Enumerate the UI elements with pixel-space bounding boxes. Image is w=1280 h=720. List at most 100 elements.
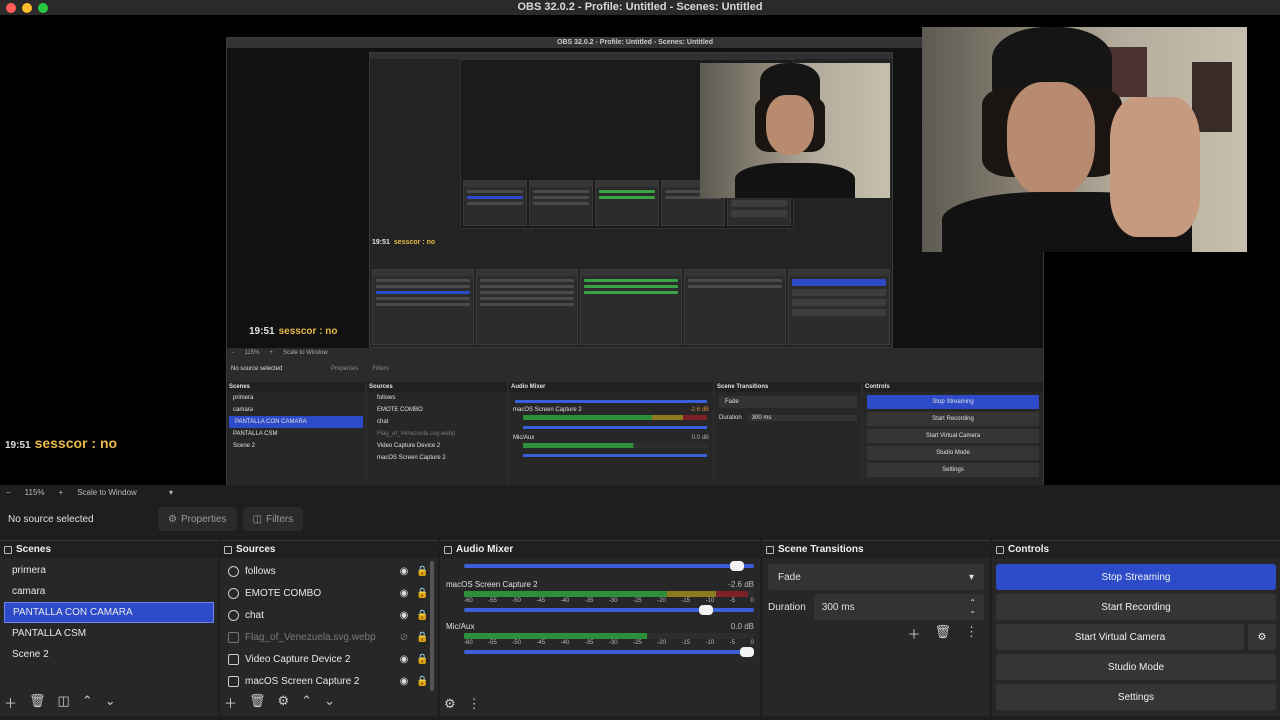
meter-tick-label: -20 (657, 598, 666, 604)
meter-tick-label: -15 (681, 598, 691, 604)
nested-scale-mode: Scale to Window (282, 350, 328, 356)
trash-icon[interactable]: 🗑 (934, 624, 951, 643)
scene-item[interactable]: PANTALLA CSM (4, 623, 214, 644)
scene-item-selected[interactable]: PANTALLA CON CAMARA (4, 602, 214, 623)
transition-select[interactable]: Fade ▾ (768, 564, 984, 590)
meter-tick-label: -25 (633, 598, 642, 604)
scene-transitions-title: Scene Transitions (778, 544, 864, 555)
meter-tick-label: -5 (729, 598, 736, 604)
add-transition-icon[interactable]: ＋ (907, 624, 920, 643)
track-name: macOS Screen Capture 2 (446, 580, 538, 589)
meter-tick-label: -30 (608, 598, 618, 604)
source-item[interactable]: chat ◉ 🔒 (220, 604, 428, 626)
meter-tick-label: 0 (750, 598, 754, 604)
gear-icon: ⚙ (168, 513, 177, 525)
more-options-icon[interactable]: ⋮ (965, 624, 978, 643)
eye-icon[interactable]: ◉ (398, 676, 410, 687)
meter-tick-label: -55 (488, 598, 497, 604)
dock-icon (766, 545, 774, 554)
meter-tick-label: -50 (512, 640, 521, 646)
meter-tick-label: -20 (657, 640, 666, 646)
meter-tick-label: 0 (750, 640, 754, 646)
volume-knob[interactable] (699, 605, 714, 615)
move-up-icon[interactable]: ⌃ (82, 693, 93, 712)
scale-mode-select[interactable]: Scale to Window ▾ (77, 488, 173, 497)
dock-icon (444, 545, 452, 554)
more-options-icon[interactable]: ⋮ (468, 696, 481, 712)
trash-icon[interactable]: 🗑 (249, 693, 266, 712)
meter-tick-label: -55 (488, 640, 497, 646)
volume-slider[interactable] (464, 647, 754, 657)
nested-filters: Filters (372, 366, 389, 372)
scene-item[interactable]: camara (4, 581, 214, 602)
trash-icon[interactable]: 🗑 (29, 693, 46, 712)
stop-streaming-button[interactable]: Stop Streaming (996, 564, 1276, 590)
duration-label: Duration (768, 601, 806, 613)
move-up-icon[interactable]: ⌃ (301, 693, 312, 712)
gear-icon[interactable]: ⚙ (278, 693, 290, 712)
lock-icon[interactable]: 🔒 (416, 676, 428, 687)
lock-icon[interactable]: 🔒 (416, 610, 428, 621)
nested-transitions-panel: Scene Transitions Fade Duration 300 ms (715, 382, 861, 496)
lock-icon[interactable]: 🔒 (416, 588, 428, 599)
move-down-icon[interactable]: ⌄ (105, 693, 116, 712)
duration-spinbox[interactable]: 300 ms ⌃ ⌄ (813, 594, 984, 620)
poster (1107, 47, 1147, 97)
stepper-icon[interactable]: ⌃ ⌄ (969, 599, 976, 615)
volume-knob[interactable] (740, 647, 754, 657)
lock-icon[interactable]: 🔒 (416, 566, 428, 577)
sources-scrollbar[interactable] (430, 561, 434, 691)
filters-button[interactable]: ◫ Filters (242, 507, 304, 531)
nested-scenes-panel: Scenes primera camara PANTALLA CON CAMAR… (227, 382, 365, 496)
source-item-hidden[interactable]: Flag_of_Venezuela.svg.webp ⊘ 🔒 (220, 626, 428, 648)
display-icon (228, 675, 239, 687)
preview-canvas[interactable]: OBS 32.0.2 - Profile: Untitled - Scenes:… (0, 15, 1280, 497)
start-recording-button[interactable]: Start Recording (996, 594, 1276, 620)
controls-title: Controls (1008, 544, 1050, 555)
add-scene-icon[interactable]: ＋ (4, 693, 17, 712)
meter-tick-label: -5 (729, 640, 736, 646)
track-db: 0.0 dB (730, 622, 754, 631)
filter-icon[interactable]: ◫ (58, 693, 70, 712)
studio-mode-button[interactable]: Studio Mode (996, 654, 1276, 680)
meter-tick-label: -40 (560, 598, 570, 604)
properties-button[interactable]: ⚙ Properties (158, 507, 237, 531)
context-bar: No source selected ⚙ Properties ◫ Filters (0, 506, 1280, 532)
nested-zoom: 115% (244, 350, 260, 356)
poster (1192, 62, 1232, 132)
meter-tick-label: -45 (536, 640, 546, 646)
meter-green-segment (464, 633, 647, 639)
meter-tick-label: -15 (681, 640, 691, 646)
lock-icon[interactable]: 🔒 (416, 632, 428, 643)
title-bar: OBS 32.0.2 - Profile: Untitled - Scenes:… (0, 0, 1280, 15)
webcam-feed (922, 27, 1247, 252)
start-virtual-camera-button[interactable]: Start Virtual Camera (996, 624, 1244, 650)
eye-icon[interactable]: ◉ (398, 566, 410, 577)
eye-icon[interactable]: ◉ (398, 610, 410, 621)
scenes-dock: Scenes primera camara PANTALLA CON CAMAR… (0, 540, 218, 716)
eye-icon[interactable]: ◉ (398, 588, 410, 599)
move-down-icon[interactable]: ⌄ (324, 693, 335, 712)
scene-item[interactable]: primera (4, 560, 214, 581)
dock-icon (4, 545, 12, 554)
eye-hidden-icon[interactable]: ⊘ (398, 632, 410, 643)
mixer-settings-icon[interactable]: ⚙ (444, 696, 456, 712)
volume-slider[interactable] (464, 605, 754, 615)
source-item[interactable]: EMOTE COMBO ◉ 🔒 (220, 582, 428, 604)
source-item[interactable]: macOS Screen Capture 2 ◉ 🔒 (220, 670, 428, 692)
meter-red-segment (716, 591, 749, 597)
source-item[interactable]: follows ◉ 🔒 (220, 560, 428, 582)
source-item[interactable]: Video Capture Device 2 ◉ 🔒 (220, 648, 428, 670)
virtual-camera-settings-button[interactable]: ⚙ (1248, 624, 1276, 650)
settings-button[interactable]: Settings (996, 684, 1276, 710)
add-source-icon[interactable]: ＋ (224, 693, 237, 712)
meter-green-segment (464, 591, 667, 597)
scene-item[interactable]: Scene 2 (4, 644, 214, 665)
eye-icon[interactable]: ◉ (398, 654, 410, 665)
meter-tick-label: -50 (512, 598, 521, 604)
meter-tick-label: -60 (464, 598, 473, 604)
volume-slider-prev[interactable] (464, 561, 754, 571)
lock-icon[interactable]: 🔒 (416, 654, 428, 665)
zoom-in-button[interactable]: + (59, 488, 64, 497)
zoom-out-button[interactable]: − (6, 488, 11, 497)
